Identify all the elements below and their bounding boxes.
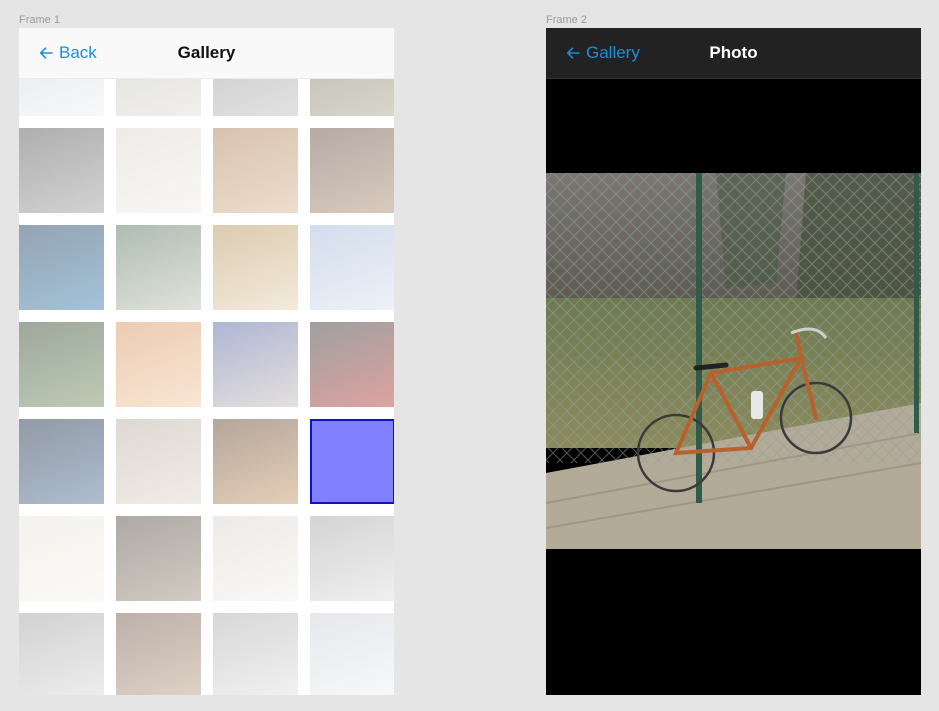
photo-thumbnail[interactable] [116, 516, 201, 601]
photo-thumbnail[interactable] [19, 128, 104, 213]
back-button-label: Back [59, 43, 97, 62]
back-button[interactable]: Back [39, 28, 97, 78]
photo-thumbnail[interactable] [310, 322, 394, 407]
photo-thumbnail[interactable] [310, 516, 394, 601]
selected-photo-placeholder[interactable] [310, 419, 394, 504]
gallery-screen: Back Gallery [19, 28, 394, 695]
photo-thumbnail[interactable] [310, 128, 394, 213]
photo-thumbnail[interactable] [19, 322, 104, 407]
photo-screen: Gallery Photo [546, 28, 921, 695]
photo-thumbnail[interactable] [310, 613, 394, 695]
photo-thumbnail[interactable] [116, 225, 201, 310]
photo-thumbnail[interactable] [213, 419, 298, 504]
gallery-navbar: Back Gallery [19, 28, 394, 79]
photo-thumbnail[interactable] [116, 78, 201, 116]
photo-navbar: Gallery Photo [546, 28, 921, 79]
photo-thumbnail[interactable] [19, 516, 104, 601]
frame2-label: Frame 2 [546, 14, 587, 26]
photo-thumbnail[interactable] [19, 78, 104, 116]
photo-thumbnail[interactable] [19, 225, 104, 310]
photo-thumbnail[interactable] [213, 613, 298, 695]
back-to-gallery-button[interactable]: Gallery [566, 28, 640, 78]
photo-thumbnail[interactable] [213, 225, 298, 310]
photo-thumbnail[interactable] [213, 128, 298, 213]
page-title: Photo [709, 43, 758, 62]
frame1-label: Frame 1 [19, 14, 60, 26]
photo-thumbnail[interactable] [116, 613, 201, 695]
photo-thumbnail[interactable] [310, 78, 394, 116]
photo-thumbnail[interactable] [116, 322, 201, 407]
photo-thumbnail[interactable] [19, 419, 104, 504]
photo-thumbnail[interactable] [213, 322, 298, 407]
photo-thumbnail[interactable] [213, 516, 298, 601]
photo-thumbnail[interactable] [213, 78, 298, 116]
photo-thumbnail[interactable] [19, 613, 104, 695]
page-title: Gallery [177, 43, 236, 62]
photo-thumbnail[interactable] [116, 419, 201, 504]
arrow-left-icon [39, 47, 53, 59]
photo-grid [19, 78, 394, 695]
photo-thumbnail[interactable] [310, 225, 394, 310]
photo-thumbnail[interactable] [116, 128, 201, 213]
arrow-left-icon [566, 47, 580, 59]
back-button-label: Gallery [586, 43, 640, 62]
bicycle-photo [546, 173, 921, 549]
